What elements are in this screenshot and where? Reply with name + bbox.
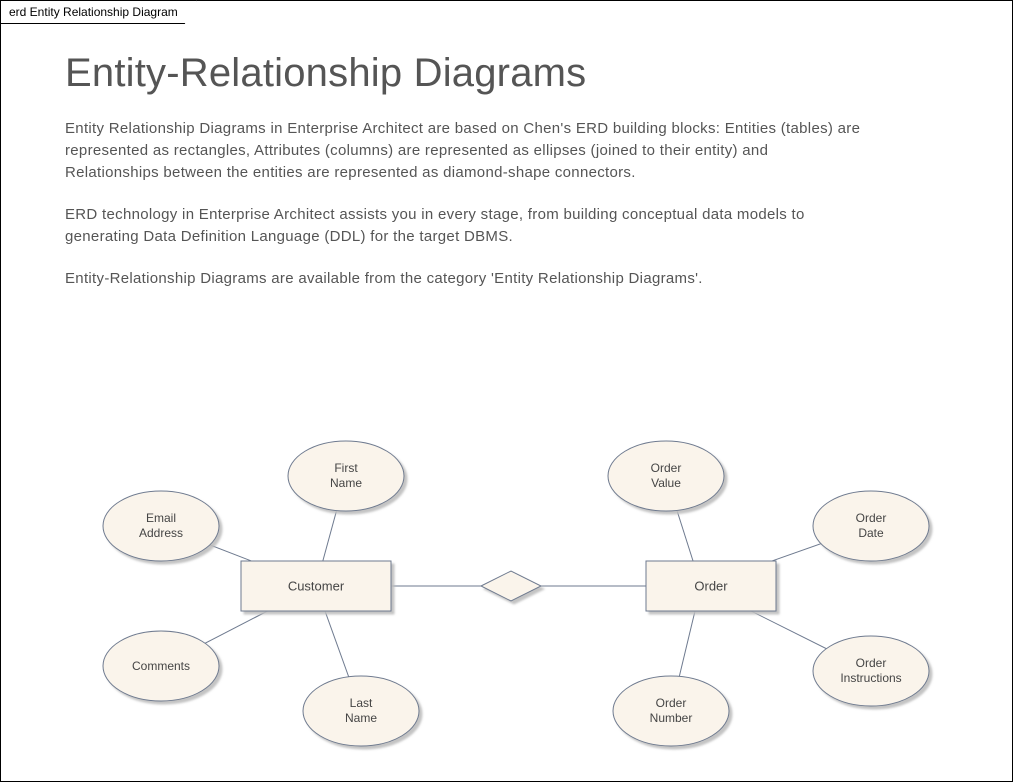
svg-text:Name: Name	[330, 476, 362, 490]
attr-lastname[interactable]: Last Name	[303, 676, 419, 746]
svg-text:Order: Order	[856, 511, 887, 525]
svg-text:Email: Email	[146, 511, 176, 525]
attr-ordervalue[interactable]: Order Value	[608, 441, 724, 511]
svg-text:Order: Order	[856, 656, 887, 670]
svg-text:First: First	[334, 461, 358, 475]
attr-orderdate[interactable]: Order Date	[813, 491, 929, 561]
intro-paragraph-3: Entity-Relationship Diagrams are availab…	[65, 268, 865, 290]
entity-customer[interactable]: Customer	[241, 561, 391, 611]
svg-text:Order: Order	[656, 696, 687, 710]
intro-paragraph-1: Entity Relationship Diagrams in Enterpri…	[65, 118, 865, 184]
diagram-frame: erd Entity Relationship Diagram Entity-R…	[0, 0, 1013, 782]
svg-text:Date: Date	[858, 526, 884, 540]
attr-comments[interactable]: Comments	[103, 631, 219, 701]
attr-email[interactable]: Email Address	[103, 491, 219, 561]
svg-text:Name: Name	[345, 711, 377, 725]
attr-firstname[interactable]: First Name	[288, 441, 404, 511]
page-title: Entity-Relationship Diagrams	[65, 51, 972, 96]
attr-orderinstr[interactable]: Order Instructions	[813, 636, 929, 706]
svg-text:Value: Value	[651, 476, 681, 490]
svg-text:Last: Last	[350, 696, 373, 710]
diagram-tab-label: erd Entity Relationship Diagram	[0, 0, 197, 24]
document-content: Entity-Relationship Diagrams Entity Rela…	[65, 51, 972, 310]
entity-order[interactable]: Order	[646, 561, 776, 611]
svg-text:Instructions: Instructions	[840, 671, 901, 685]
svg-text:Order: Order	[651, 461, 682, 475]
svg-text:Comments: Comments	[132, 659, 190, 673]
svg-text:Address: Address	[139, 526, 183, 540]
relationship-diamond[interactable]	[481, 571, 541, 601]
svg-text:Number: Number	[650, 711, 693, 725]
intro-paragraph-2: ERD technology in Enterprise Architect a…	[65, 204, 865, 248]
entity-order-label: Order	[694, 578, 728, 593]
er-diagram: Customer Order Email Address First Name …	[1, 391, 1013, 781]
entity-customer-label: Customer	[288, 578, 345, 593]
attr-ordernumber[interactable]: Order Number	[613, 676, 729, 746]
